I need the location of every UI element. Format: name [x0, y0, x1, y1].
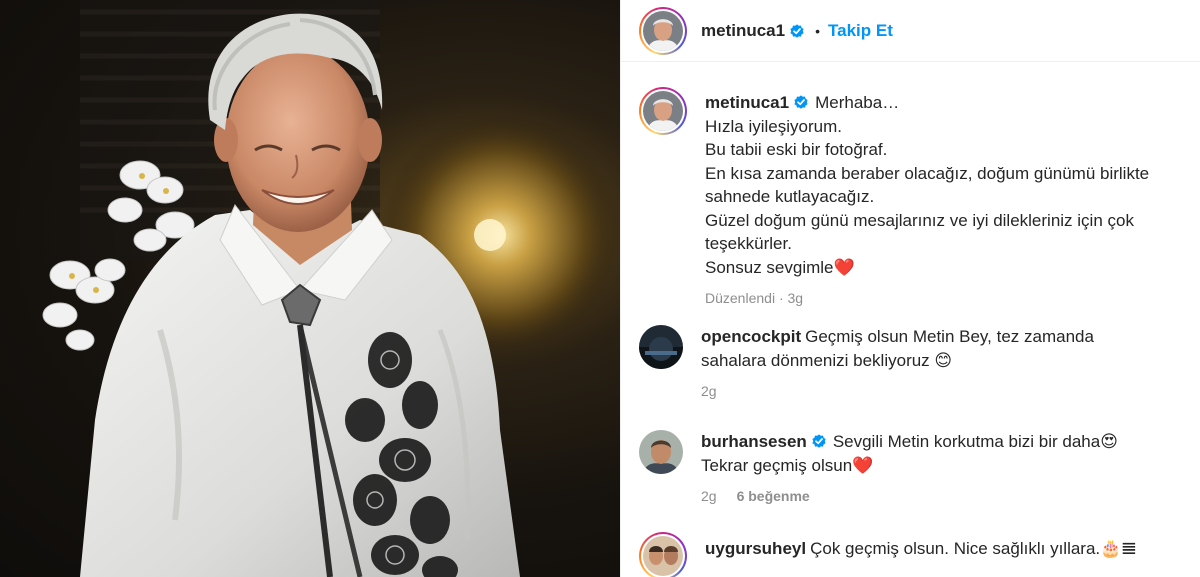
comment-text: sahalara dönmenizi bekliyoruz 😊 [701, 350, 953, 370]
avatar-image [643, 91, 683, 131]
caption-line: Merhaba… [815, 93, 900, 112]
comment-text: Sevgili Metin korkutma bizi bir daha😍 [832, 432, 1118, 451]
comment-time[interactable]: 2g [701, 488, 717, 504]
caption-meta[interactable]: Düzenlendi · 3g [705, 287, 1149, 311]
caption-line: Güzel doğum günü mesajlarınız ve iyi dil… [705, 210, 1134, 230]
comment-username[interactable]: opencockpit [701, 327, 801, 346]
verified-badge-icon [790, 23, 804, 38]
post-caption: metinuca1 Merhaba… Hızla iyileşiyorum. B… [639, 87, 1190, 311]
comment-item: uygursuheyl Çok geçmiş olsun. Nice sağlık… [639, 532, 1190, 577]
comment-text: Geçmiş olsun Metin Bey, tez zamanda [805, 327, 1094, 346]
post-author-username[interactable]: metinuca1 [701, 21, 785, 41]
comment-time[interactable]: 2g [701, 383, 717, 399]
comment-item: burhansesen Sevgili Metin korkutma bizi … [639, 430, 1190, 509]
caption-line: teşekkürler. [705, 234, 792, 253]
post-photo[interactable] [0, 0, 620, 577]
comment-username[interactable]: burhansesen [701, 432, 807, 451]
comment-likes[interactable]: 6 beğenme [737, 488, 810, 504]
caption-author-avatar[interactable] [639, 87, 687, 135]
caption-line: Bu tabii eski bir fotoğraf. [705, 140, 888, 159]
post-sidebar: metinuca1 • Takip Et metinuca1 Merhaba… … [620, 0, 1200, 577]
comment-username[interactable]: uygursuheyl [705, 539, 806, 558]
post-image [42, 0, 620, 577]
post-author-avatar[interactable] [639, 6, 687, 55]
commenter-avatar[interactable] [639, 325, 683, 369]
avatar-image [639, 325, 683, 369]
verified-badge-icon [794, 95, 808, 109]
caption-line: Hızla iyileşiyorum. [705, 116, 842, 136]
comment-text: Çok geçmiş olsun. Nice sağlıklı yıllara.… [810, 539, 1137, 558]
commenter-avatar[interactable] [639, 532, 687, 577]
comment-text: Tekrar geçmiş olsun❤️ [701, 455, 874, 475]
post-header: metinuca1 • Takip Et [621, 0, 1200, 62]
avatar-image [643, 10, 683, 51]
caption-username[interactable]: metinuca1 [705, 93, 789, 112]
commenter-avatar[interactable] [639, 430, 683, 474]
comment-item: opencockpit Geçmiş olsun Metin Bey, tez z… [639, 325, 1190, 404]
verified-badge-icon [812, 434, 826, 448]
caption-line: En kısa zamanda beraber olacağız, doğum … [705, 163, 1150, 183]
caption-line: sahnede kutlayacağız. [705, 187, 875, 206]
follow-button[interactable]: Takip Et [828, 21, 893, 41]
header-separator-dot: • [815, 22, 820, 39]
caption-line: Sonsuz sevgimle❤️ [705, 257, 855, 277]
avatar-image [639, 430, 683, 474]
avatar-image [643, 536, 683, 576]
